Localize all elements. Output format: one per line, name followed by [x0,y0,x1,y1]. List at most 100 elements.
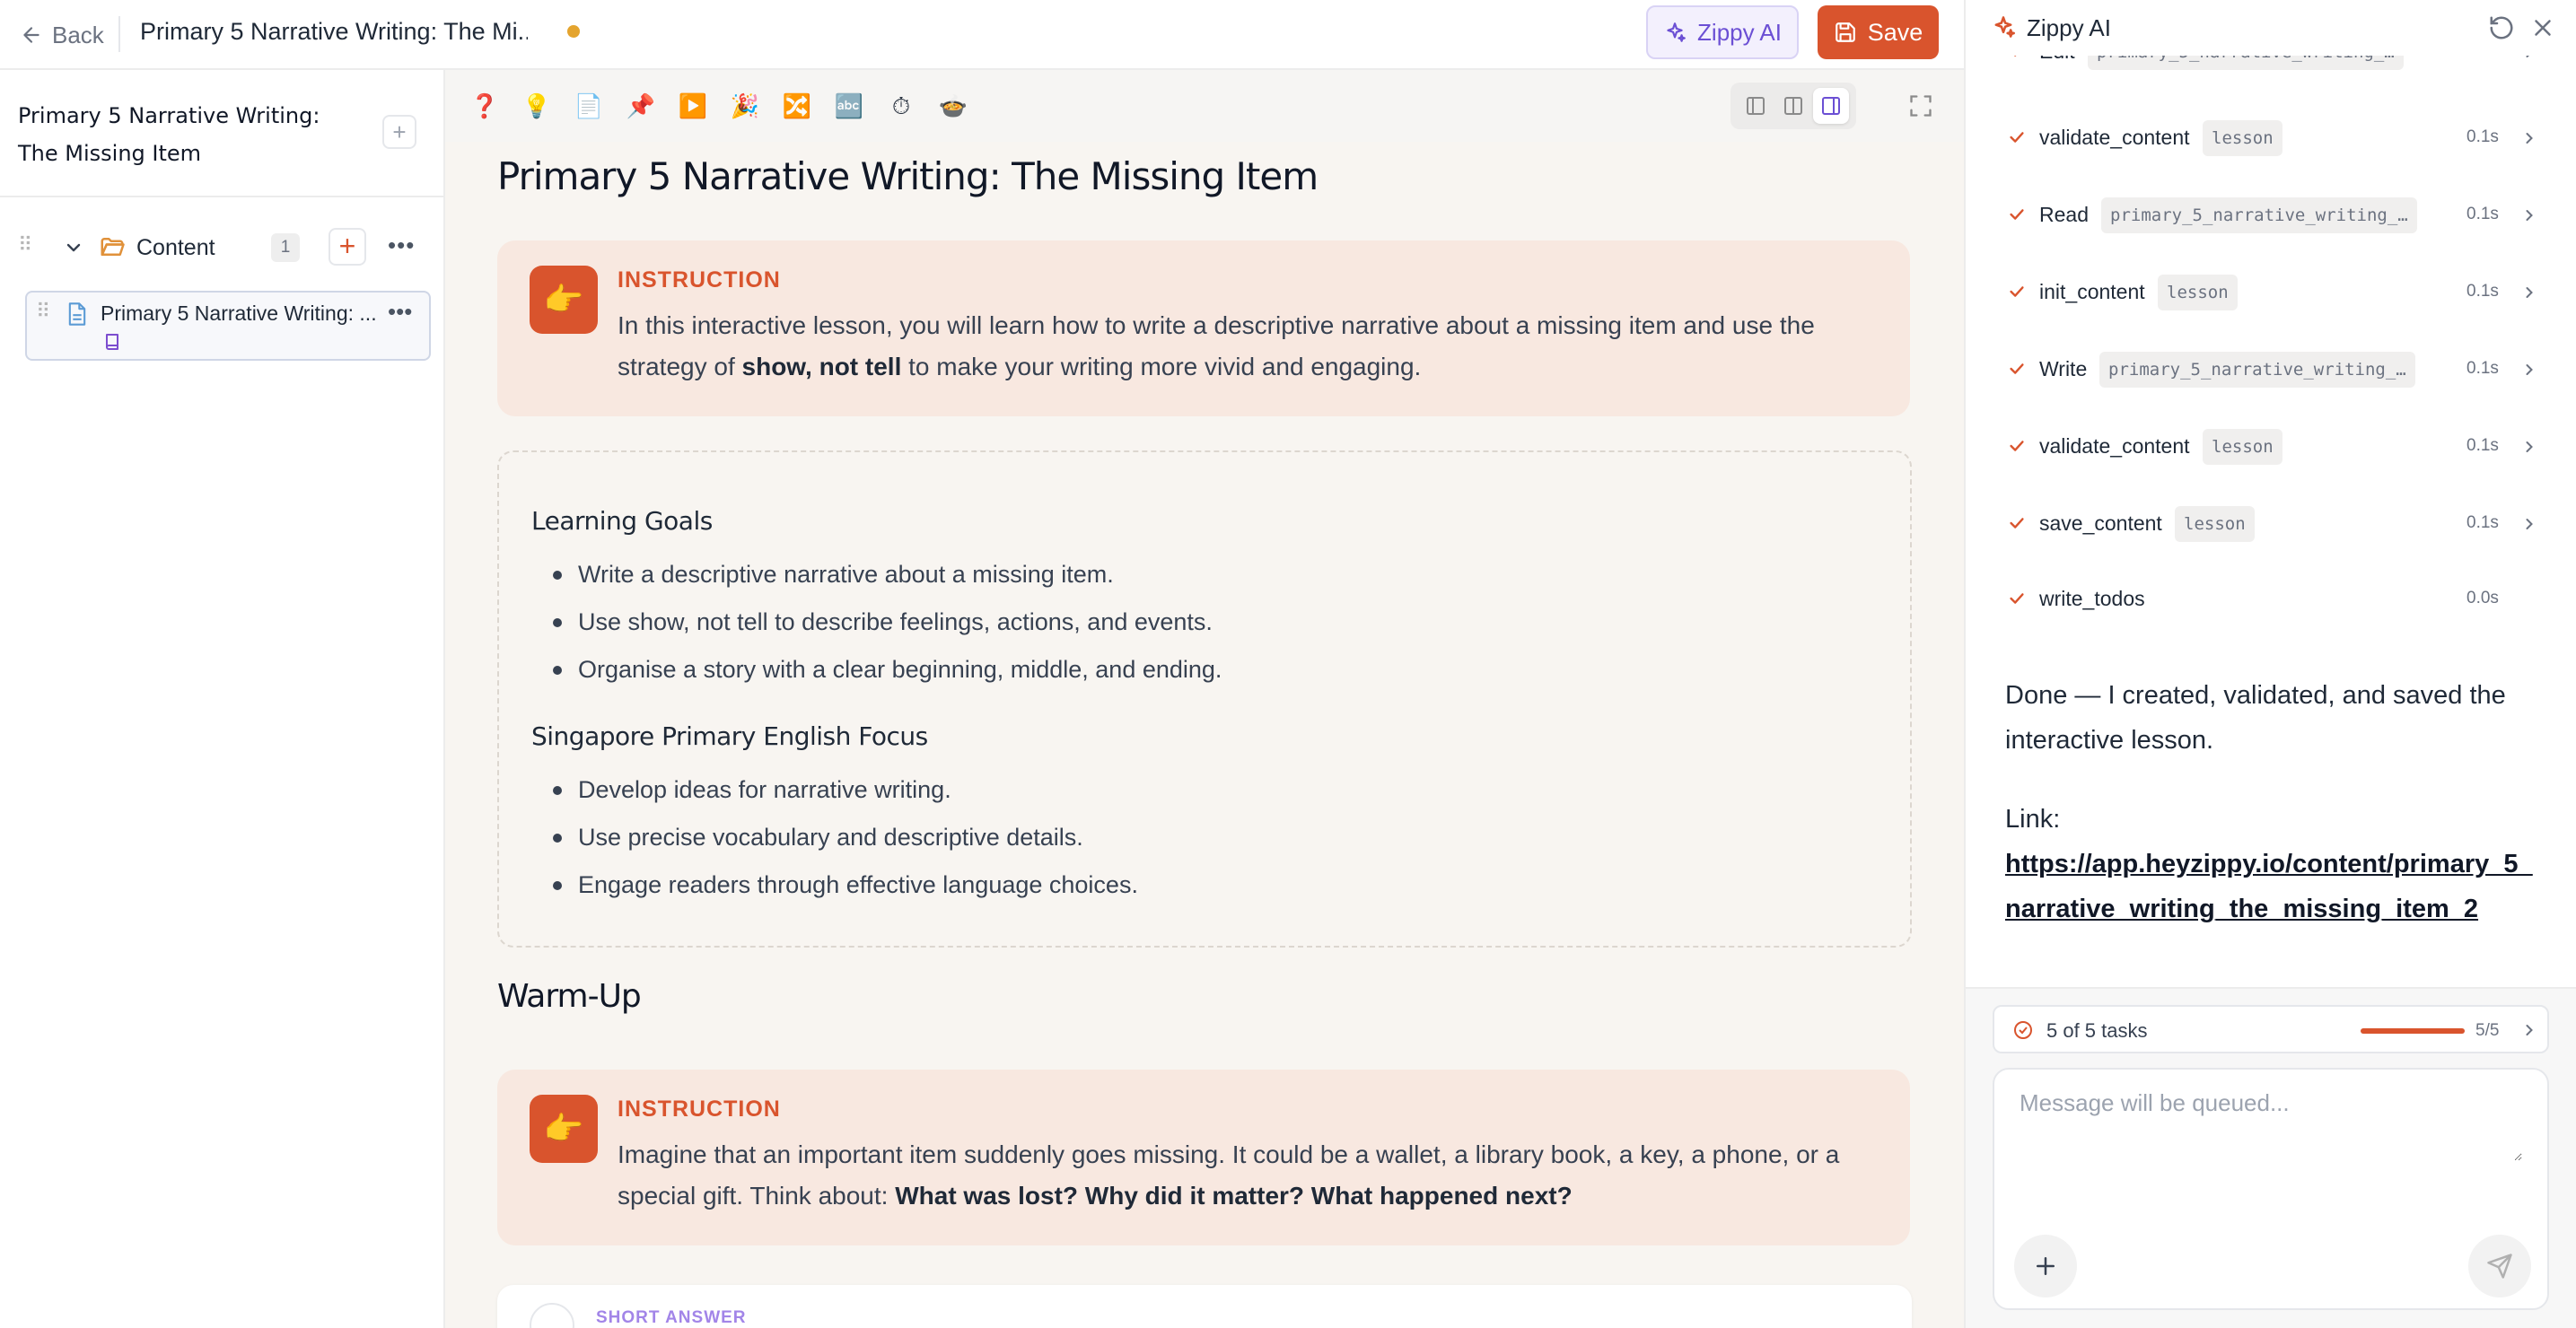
tool-step-row[interactable]: Read primary_5_narrative_writing_… 0.1s [2007,196,2545,235]
question-tool[interactable]: ❓ [469,90,501,122]
lesson-editor: ❓ 💡 📄 📌 ▶️ 🎉 🔀 🔤 ⏱ 🍲 Primary 5 Narrative Writing:… [445,70,1964,1328]
back-label: Back [52,21,104,48]
zippy-ai-label: Zippy AI [1697,18,1782,46]
bowl-tool[interactable]: 🍲 [937,90,969,122]
send-icon [2487,1254,2512,1279]
zippy-logo-icon [1994,16,2015,38]
lesson-title[interactable]: Primary 5 Narrative Writing: The Missing… [497,154,1319,198]
check-icon [2010,286,2024,297]
step-name: validate_content [2039,434,2190,458]
step-duration: 0.0s [2466,589,2499,607]
folder-row-content[interactable]: ⠿ Content 1 + ••• [16,224,429,271]
instruction-block[interactable]: 👉 INSTRUCTION In this interactive lesson… [497,240,1910,416]
focus-heading: Singapore Primary English Focus [531,721,928,751]
step-duration: 0.1s [2466,359,2499,378]
check-circle-icon [2014,1021,2032,1039]
sidebar-add-button[interactable]: + [382,115,416,149]
sparkle-icon [1667,22,1686,42]
divider [0,196,443,197]
shuffle-tool[interactable]: 🔀 [781,90,813,122]
layout-left-button[interactable] [1738,88,1774,124]
abc-tool[interactable]: 🔤 [833,90,865,122]
check-icon [2010,363,2024,374]
drag-handle-icon[interactable]: ⠿ [36,300,50,323]
list-item: Use show, not tell to describe feelings,… [549,598,1222,646]
unsaved-indicator [567,25,580,38]
send-button[interactable] [2468,1235,2531,1297]
list-item: Develop ideas for narrative writing. [549,766,1138,814]
timer-tool[interactable]: ⏱ [885,90,917,122]
history-icon[interactable] [2488,14,2515,41]
layout-split-button[interactable] [1775,88,1811,124]
more-options-icon[interactable]: ••• [388,232,415,259]
message-input[interactable] [2020,1089,2522,1161]
tool-step-row[interactable]: validate_content lesson 0.1s [2007,118,2545,158]
arrow-left-icon [23,27,39,43]
layout-toggle-group [1730,83,1856,129]
more-options-icon[interactable]: ••• [388,298,412,326]
check-icon [2010,132,2024,143]
short-answer-block[interactable]: SHORT ANSWER [497,1285,1912,1328]
step-name: validate_content [2039,126,2190,149]
step-tag: primary_5_narrative_writing_… [2101,197,2417,233]
block-toolbar: ❓ 💡 📄 📌 ▶️ 🎉 🔀 🔤 ⏱ 🍲 [445,70,1964,142]
close-icon[interactable] [2529,14,2556,41]
chevron-right-icon [2526,1025,2533,1035]
content-sidebar: Primary 5 Narrative Writing: The Missing… [0,70,445,1328]
save-button[interactable]: Save [1818,5,1939,59]
check-icon [2010,441,2024,451]
link-label: Link: [2005,805,2061,834]
step-duration: 0.1s [2466,513,2499,532]
check-icon [2010,518,2024,529]
check-icon [2010,593,2024,604]
learning-goals-heading: Learning Goals [531,506,713,536]
chevron-down-icon[interactable] [63,237,84,258]
tool-step-row[interactable]: save_content lesson 0.1s [2007,504,2545,544]
step-tag: lesson [2175,506,2255,542]
tasks-summary[interactable]: 5 of 5 tasks 5/5 [1993,1005,2549,1053]
panel-header: Zippy AI [1966,0,2576,56]
content-link[interactable]: https://app.heyzippy.io/content/primary_… [2005,850,2533,923]
learning-goals-block[interactable]: Learning Goals Write a descriptive narra… [497,450,1912,948]
top-bar: Back Primary 5 Narrative Writing: The Mi… [0,0,1964,70]
content-item[interactable]: ⠿ Primary 5 Narrative Writing: ... ••• [25,291,431,361]
step-duration: 0.1s [2466,436,2499,455]
pushpin-tool[interactable]: 📌 [625,90,657,122]
pointing-hand-icon: 👉 [530,266,598,334]
document-icon [68,302,86,326]
folder-icon [101,238,125,256]
warmup-heading[interactable]: Warm-Up [497,978,642,1015]
book-icon [106,334,118,350]
attach-button[interactable] [2014,1235,2077,1297]
focus-list: Develop ideas for narrative writing. Use… [549,766,1138,909]
tool-step-row[interactable]: Write primary_5_narrative_writing_… 0.1s [2007,350,2545,389]
step-name: write_todos [2039,587,2145,610]
tool-step-row[interactable]: validate_content lesson 0.1s [2007,427,2545,467]
drag-handle-icon[interactable]: ⠿ [18,233,32,257]
short-answer-icon [530,1303,574,1328]
zippy-ai-button[interactable]: Zippy AI [1646,5,1799,59]
folder-label: Content [136,235,215,260]
document-tool[interactable]: 📄 [573,90,605,122]
video-tool[interactable]: ▶️ [677,90,709,122]
tool-step-row[interactable]: init_content lesson 0.1s [2007,273,2545,312]
sidebar-title: Primary 5 Narrative Writing: The Missing… [18,103,320,166]
celebrate-tool[interactable]: 🎉 [729,90,761,122]
message-composer [1993,1068,2549,1310]
tool-step-row[interactable]: write_todos 0.0s [2007,580,2545,619]
layout-right-button[interactable] [1813,88,1849,124]
add-to-folder-button[interactable]: + [329,228,366,266]
save-icon [1835,22,1855,42]
back-button[interactable]: Back [20,18,104,52]
instruction-block[interactable]: 👉 INSTRUCTION Imagine that an important … [497,1070,1910,1245]
step-tag: lesson [2158,275,2238,310]
lightbulb-tool[interactable]: 💡 [521,90,553,122]
step-tag: lesson [2203,429,2282,465]
learning-goals-list: Write a descriptive narrative about a mi… [549,551,1222,694]
chevron-right-icon [2526,210,2533,221]
chevron-right-icon [2526,287,2533,298]
tasks-progress-bar [2361,1028,2465,1034]
fullscreen-icon[interactable] [1908,93,1933,118]
instruction-label: INSTRUCTION [618,1096,781,1122]
step-name: save_content [2039,511,2162,535]
